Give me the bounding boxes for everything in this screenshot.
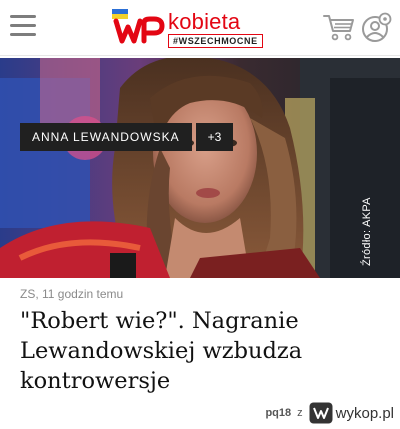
brand-tagline: #WSZECHMOCNE [168, 34, 263, 48]
site-logo[interactable]: kobieta #WSZECHMOCNE [110, 7, 280, 51]
article-tags: ANNA LEWANDOWSKA +3 [20, 123, 234, 151]
top-navigation-bar: kobieta #WSZECHMOCNE [0, 0, 400, 56]
article-hero-image[interactable]: ANNA LEWANDOWSKA +3 [0, 58, 400, 278]
hamburger-menu-icon[interactable] [10, 15, 36, 37]
wykop-logo-icon [309, 402, 333, 424]
user-settings-icon[interactable] [360, 12, 392, 44]
photo-source-credit: Źródło: AKPA [361, 197, 373, 266]
watermark-user: pq18 [265, 407, 292, 419]
brand-name: kobieta [168, 9, 241, 34]
watermark-separator: z [297, 407, 303, 419]
article-meta: ZS, 11 godzin temu [20, 287, 124, 301]
hero-photo [0, 58, 400, 278]
tag-more-count[interactable]: +3 [195, 123, 234, 151]
wykop-logo: wykop.pl [309, 402, 394, 424]
watermark-site: wykop.pl [335, 404, 394, 422]
shopping-cart-icon[interactable] [322, 12, 356, 42]
article-headline[interactable]: "Robert wie?". Nagranie Lewandowskiej wz… [20, 306, 350, 396]
wp-logo-icon [112, 9, 165, 44]
tag-anna-lewandowska[interactable]: ANNA LEWANDOWSKA [20, 123, 192, 151]
wykop-watermark: pq18 z wykop.pl [265, 401, 394, 425]
